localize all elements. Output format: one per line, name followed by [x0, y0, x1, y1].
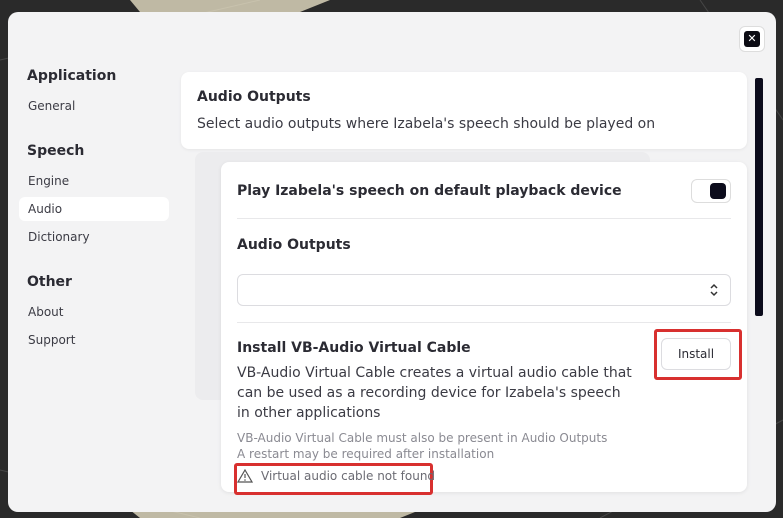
audio-outputs-label: Audio Outputs: [237, 237, 351, 253]
audio-settings-card: Play Izabela's speech on default playbac…: [221, 162, 747, 495]
divider: [237, 322, 731, 323]
sidebar: Application General Speech Engine Audio …: [8, 12, 178, 512]
chevron-up-down-icon: [708, 281, 720, 299]
vb-cable-note-1: VB-Audio Virtual Cable must also be pres…: [237, 431, 608, 445]
sidebar-item-support[interactable]: Support: [19, 328, 169, 352]
close-button[interactable]: ✕: [739, 26, 765, 52]
warning-message: Virtual audio cable not found: [237, 469, 435, 483]
close-icon: ✕: [744, 31, 760, 47]
audio-outputs-header: Audio Outputs Select audio outputs where…: [181, 72, 747, 149]
vb-cable-title: Install VB-Audio Virtual Cable: [237, 340, 471, 356]
sidebar-item-about[interactable]: About: [19, 300, 169, 324]
sidebar-group-speech: Speech: [27, 143, 85, 159]
default-device-toggle[interactable]: [691, 179, 731, 203]
settings-dialog: ✕ Application General Speech Engine Audi…: [8, 12, 776, 512]
page-title: Audio Outputs: [197, 89, 311, 105]
page-subtitle: Select audio outputs where Izabela's spe…: [197, 116, 656, 132]
divider: [237, 218, 731, 219]
sidebar-item-engine[interactable]: Engine: [19, 169, 169, 193]
sidebar-item-dictionary[interactable]: Dictionary: [19, 225, 169, 249]
sidebar-item-general[interactable]: General: [19, 94, 169, 118]
default-device-label: Play Izabela's speech on default playbac…: [237, 183, 622, 199]
sidebar-group-application: Application: [27, 68, 117, 84]
audio-outputs-select[interactable]: [237, 274, 731, 306]
toggle-knob: [710, 183, 726, 199]
vb-cable-note-2: A restart may be required after installa…: [237, 447, 495, 461]
scrollbar[interactable]: [755, 78, 763, 316]
warning-icon: [237, 469, 253, 483]
sidebar-item-audio[interactable]: Audio: [19, 197, 169, 221]
install-button[interactable]: Install: [661, 338, 731, 370]
warning-text: Virtual audio cable not found: [261, 469, 436, 483]
sidebar-group-other: Other: [27, 274, 72, 290]
vb-cable-description: VB-Audio Virtual Cable creates a virtual…: [237, 365, 632, 421]
